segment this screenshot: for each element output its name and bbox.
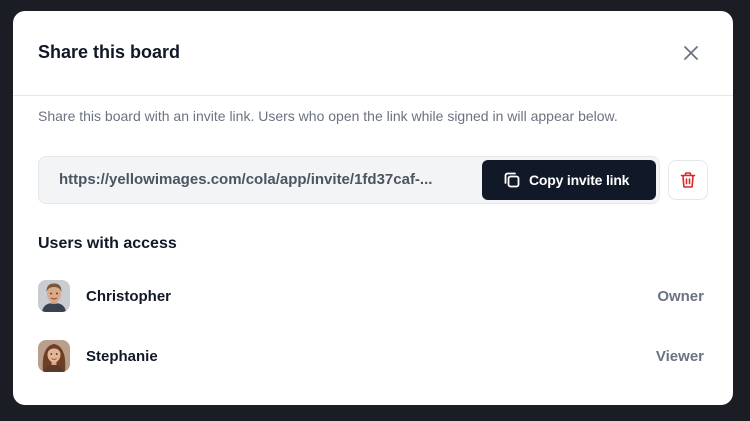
copy-icon [504, 172, 520, 188]
invite-link-text[interactable]: https://yellowimages.com/cola/app/invite… [59, 171, 432, 188]
close-icon [684, 46, 698, 60]
copy-invite-link-button[interactable]: Copy invite link [482, 160, 656, 200]
avatar [38, 340, 70, 372]
user-role: Owner [657, 287, 704, 305]
delete-invite-link-button[interactable] [668, 160, 708, 200]
dialog-header: Share this board [13, 11, 733, 96]
close-button[interactable] [679, 41, 703, 65]
dialog-description: Share this board with an invite link. Us… [38, 108, 618, 124]
user-role: Viewer [655, 347, 704, 365]
user-avatar-image [38, 340, 70, 372]
user-name: Christopher [86, 287, 172, 305]
dialog-title: Share this board [38, 41, 181, 62]
copy-invite-link-label: Copy invite link [529, 172, 630, 188]
user-avatar-image [38, 280, 70, 312]
trash-icon [680, 172, 696, 188]
user-row: Stephanie Viewer [38, 340, 704, 372]
share-board-dialog: Share this board Share this board with a… [13, 11, 733, 405]
invite-link-field: https://yellowimages.com/cola/app/invite… [38, 156, 660, 204]
user-name: Stephanie [86, 347, 158, 365]
users-with-access-heading: Users with access [38, 235, 177, 252]
avatar [38, 280, 70, 312]
user-row: Christopher Owner [38, 280, 704, 312]
